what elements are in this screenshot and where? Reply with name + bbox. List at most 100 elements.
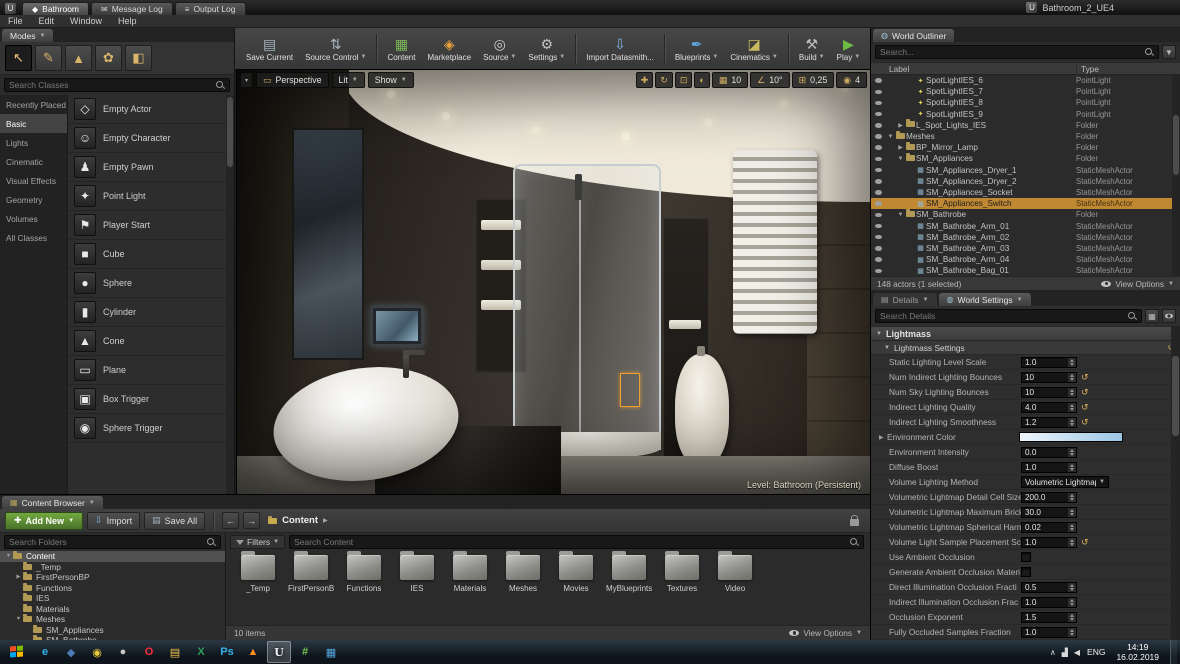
tab-content-browser[interactable]: ▦ Content Browser ▼ [2,496,103,509]
menu-edit[interactable]: Edit [31,16,63,26]
number-input[interactable]: 1.0 [1021,462,1077,473]
expander-icon[interactable]: ▼ [896,156,905,162]
taskbar-unreal-icon[interactable]: U [267,641,291,663]
spinner[interactable] [1068,523,1076,532]
visibility-eye-icon[interactable] [871,190,886,195]
placeable-item-cube[interactable]: ■Cube [68,240,234,269]
number-input[interactable]: 1.2 [1021,417,1077,428]
lightmass-section-header[interactable]: ▼ Lightmass [871,326,1180,341]
tray-expand-icon[interactable]: ∧ [1050,648,1056,657]
visibility-eye-icon[interactable] [871,179,886,184]
tray-volume-icon[interactable]: ◀ [1074,648,1080,657]
details-view-options-icon[interactable] [1162,309,1176,323]
search-classes-input[interactable] [9,80,215,90]
asset-folder-video[interactable]: Video [713,555,757,593]
folder-tree-item-sm_appliances[interactable]: SM_Appliances [0,625,225,636]
spinner[interactable] [1068,403,1076,412]
back-button[interactable]: ← [222,512,239,529]
save-current-button[interactable]: ▤Save Current [240,30,299,68]
filters-button[interactable]: Filters ▼ [230,535,285,549]
number-input[interactable]: 1.0 [1021,597,1077,608]
taskbar-sharp-icon[interactable]: # [293,641,317,663]
outliner-row[interactable]: ▦SM_Appliances_SwitchStaticMeshActor [871,198,1180,209]
camera-speed-button[interactable]: ◉4 [836,72,867,88]
number-input[interactable]: 10 [1021,372,1077,383]
visibility-eye-icon[interactable] [871,90,886,95]
placeable-item-sphere-trigger[interactable]: ◉Sphere Trigger [68,414,234,443]
asset-folder-movies[interactable]: Movies [554,555,598,593]
taskbar-chrome-icon[interactable]: ◉ [85,641,109,663]
column-type[interactable]: Type [1076,64,1180,74]
spinner[interactable] [1068,583,1076,592]
folder-tree-item-_temp[interactable]: _Temp [0,562,225,573]
visibility-eye-icon[interactable] [871,257,886,262]
asset-folder-functions[interactable]: Functions [342,555,386,593]
property-matrix-icon[interactable]: ▦ [1145,309,1159,323]
spinner[interactable] [1068,538,1076,547]
number-input[interactable]: 0.5 [1021,582,1077,593]
language-indicator[interactable]: ENG [1087,647,1105,657]
reset-to-default-icon[interactable]: ↺ [1081,538,1089,547]
visibility-eye-icon[interactable] [871,235,886,240]
viewport[interactable]: ▾ ▭ Perspective Lit ▼ Show ▼ ✚↻⊡◐▦10∠10°… [237,70,870,494]
placeable-item-cone[interactable]: ▲Cone [68,327,234,356]
menu-file[interactable]: File [0,16,31,26]
spinner[interactable] [1068,448,1076,457]
outliner-row[interactable]: ✦SpotLightIES_9PointLight [871,109,1180,120]
search-folders-input[interactable] [9,537,206,547]
taskbar-excel-icon[interactable]: X [189,641,213,663]
forward-button[interactable]: → [243,512,260,529]
lock-icon[interactable] [850,516,859,526]
outliner-row[interactable]: ▦SM_Appliances_Dryer_1StaticMeshActor [871,165,1180,176]
number-input[interactable]: 4.0 [1021,402,1077,413]
asset-folder-meshes[interactable]: Meshes [501,555,545,593]
taskbar-opera-icon[interactable]: O [137,641,161,663]
visibility-eye-icon[interactable] [871,224,886,229]
dropdown[interactable]: Volumetric Lightmap▼ [1021,476,1109,488]
expander-icon[interactable]: ▼ [14,616,23,622]
outliner-row[interactable]: ▼MeshesFolder [871,131,1180,142]
save-all-button[interactable]: ▤ Save All [144,512,205,530]
foliage-mode-icon[interactable]: ✿ [95,45,122,71]
visibility-eye-icon[interactable] [871,78,886,83]
landscape-mode-icon[interactable]: ▲ [65,45,92,71]
menu-help[interactable]: Help [110,16,145,26]
outliner-row[interactable]: ▦SM_Bathrobe_Arm_03StaticMeshActor [871,243,1180,254]
menu-window[interactable]: Window [62,16,110,26]
placeable-item-sphere[interactable]: ●Sphere [68,269,234,298]
doc-tab-output-log[interactable]: ≡Output Log [175,2,246,15]
visibility-eye-icon[interactable] [871,101,886,106]
details-scrollbar[interactable] [1171,326,1180,640]
folder-tree-item-ies[interactable]: IES [0,593,225,604]
mode-category-cinematic[interactable]: Cinematic [0,152,67,171]
expander-icon[interactable]: ▶ [896,122,905,129]
spinner[interactable] [1068,358,1076,367]
outliner-row[interactable]: ▦SM_Bathrobe_Arm_04StaticMeshActor [871,254,1180,265]
view-options-button[interactable]: View Options ▼ [1101,279,1174,289]
mode-category-basic[interactable]: Basic [0,114,67,133]
lightmass-settings-subheader[interactable]: ▼ Lightmass Settings ↺ [871,341,1180,355]
spinner[interactable] [1068,628,1076,637]
reset-to-default-icon[interactable]: ↺ [1081,418,1089,427]
import-datasmith-button[interactable]: ⇩Import Datasmith... [580,30,660,68]
taskbar-vlc-icon[interactable]: ▲ [241,641,265,663]
visibility-eye-icon[interactable] [871,246,886,251]
number-input[interactable]: 1.0 [1021,627,1077,638]
placeable-item-empty-pawn[interactable]: ♟Empty Pawn [68,153,234,182]
asset-folder-materials[interactable]: Materials [448,555,492,593]
column-label[interactable]: Label [871,64,1076,74]
blueprints-button[interactable]: ✒Blueprints▼ [669,30,725,68]
scale-snap-button[interactable]: ⊞0,25 [792,72,835,88]
placeable-item-player-start[interactable]: ⚑Player Start [68,211,234,240]
mode-category-volumes[interactable]: Volumes [0,209,67,228]
folder-tree-item-meshes[interactable]: ▼Meshes [0,614,225,625]
content-button[interactable]: ▦Content [381,30,421,68]
tab-details[interactable]: ▤ Details ▼ [873,293,937,306]
taskbar-app-icon[interactable]: ◆ [59,641,83,663]
outliner-row[interactable]: ✦SpotLightIES_8PointLight [871,97,1180,108]
play-button[interactable]: ▶Play▼ [831,30,867,68]
viewport-options-button[interactable]: ▾ [240,72,253,88]
number-input[interactable]: 1.0 [1021,357,1077,368]
add-new-button[interactable]: ✚ Add New ▼ [5,512,83,530]
spinner[interactable] [1068,418,1076,427]
